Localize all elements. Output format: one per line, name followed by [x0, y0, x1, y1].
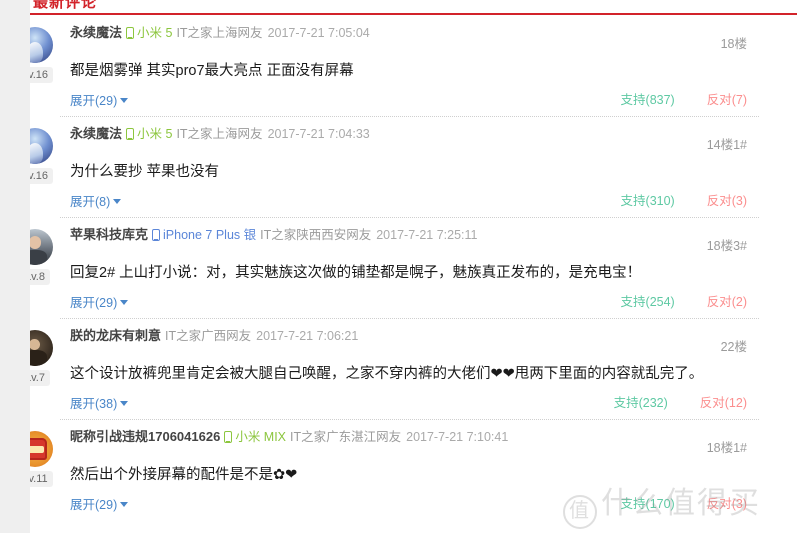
floor-number: 18楼 [720, 37, 747, 51]
expand-replies-label: 展开(29) [70, 94, 118, 108]
upvote-button[interactable]: 支持(254) [621, 295, 675, 309]
user-location: IT之家陕西西安网友 [260, 228, 372, 242]
comment-item: Lv.16 永续魔法 小米 5 IT之家上海网友 2017-7-21 7:04:33 为什… [0, 116, 797, 217]
phone-icon [152, 229, 161, 241]
comment-item: Lv.7 朕的龙床有刺意 IT之家广西网友 2017-7-21 7:06:21 这个设计… [0, 318, 797, 419]
downvote-button[interactable]: 反对(3) [707, 194, 747, 208]
comment-text: 回复2# 上山打小说：对，其实魅族这次做的铺垫都是幌子，魅族真正发布的，是充电宝… [70, 265, 642, 281]
comment-text: 为什么要抄 苹果也没有 [70, 164, 220, 180]
expand-replies-label: 展开(38) [70, 397, 118, 411]
comment-time: 2017-7-21 7:05:04 [267, 26, 370, 40]
comment-meta: 永续魔法 小米 5 IT之家上海网友 2017-7-21 7:04:33 [70, 125, 747, 143]
upvote-button[interactable]: 支持(232) [614, 396, 668, 410]
phone-icon [126, 128, 135, 140]
vote-controls: 支持(170) 反对(3) [621, 493, 747, 512]
comment-meta: 昵称引战违规1706041626 小米 MIX IT之家广东湛江网友 2017-7-2… [70, 428, 747, 446]
expand-replies-label: 展开(29) [70, 498, 118, 512]
chevron-down-icon [120, 401, 129, 406]
chevron-down-icon [120, 300, 129, 305]
comment-text: 都是烟雾弹 其实pro7最大亮点 正面没有屏幕 [70, 63, 354, 79]
chevron-down-icon [120, 502, 129, 507]
comment-meta: 朕的龙床有刺意 IT之家广西网友 2017-7-21 7:06:21 [70, 327, 747, 345]
user-location: IT之家广西网友 [165, 329, 252, 343]
floor-number: 18楼3# [706, 239, 747, 253]
expand-replies-button[interactable]: 展开(29) [70, 90, 129, 109]
username[interactable]: 昵称引战违规1706041626 [70, 429, 220, 444]
username[interactable]: 永续魔法 [70, 126, 122, 141]
comment-meta: 永续魔法 小米 5 IT之家上海网友 2017-7-21 7:05:04 [70, 24, 747, 42]
comment-item: Lv.11 昵称引战违规1706041626 小米 MIX IT之家广东湛江网友 201… [0, 419, 797, 520]
downvote-button[interactable]: 反对(7) [707, 93, 747, 107]
vote-controls: 支持(254) 反对(2) [621, 291, 747, 310]
user-location: IT之家广东湛江网友 [290, 430, 402, 444]
device-tag: 小米 MIX [224, 430, 286, 444]
comment-time: 2017-7-21 7:25:11 [376, 228, 478, 242]
comment-body: 朕的龙床有刺意 IT之家广西网友 2017-7-21 7:06:21 这个设计放裤兜里… [70, 327, 747, 413]
comment-body: 昵称引战违规1706041626 小米 MIX IT之家广东湛江网友 2017-7-2… [70, 428, 747, 514]
expand-replies-button[interactable]: 展开(29) [70, 494, 129, 513]
username[interactable]: 永续魔法 [70, 25, 122, 40]
comment-text: 这个设计放裤兜里肯定会被大腿自己唤醒，之家不穿内裤的大佬们❤❤甩两下里面的内容就… [70, 366, 704, 382]
upvote-button[interactable]: 支持(170) [621, 497, 675, 511]
comment-text: 然后出个外接屏幕的配件是不是✿❤ [70, 467, 298, 483]
expand-replies-button[interactable]: 展开(38) [70, 393, 129, 412]
device-tag: iPhone 7 Plus 银 [152, 228, 256, 242]
header-divider [30, 13, 797, 15]
expand-replies-button[interactable]: 展开(29) [70, 292, 129, 311]
expand-replies-button[interactable]: 展开(8) [70, 191, 122, 210]
expand-replies-label: 展开(8) [70, 195, 111, 209]
upvote-button[interactable]: 支持(837) [621, 93, 675, 107]
downvote-button[interactable]: 反对(2) [707, 295, 747, 309]
comment-body: 永续魔法 小米 5 IT之家上海网友 2017-7-21 7:05:04 都是烟雾弹 其… [70, 24, 747, 110]
chevron-down-icon [113, 199, 122, 204]
phone-icon [224, 431, 233, 443]
comment-body: 苹果科技库克 iPhone 7 Plus 银 IT之家陕西西安网友 2017-7-21… [70, 226, 747, 312]
comment-body: 永续魔法 小米 5 IT之家上海网友 2017-7-21 7:04:33 为什么要抄 苹… [70, 125, 747, 211]
comment-time: 2017-7-21 7:04:33 [267, 127, 370, 141]
floor-number: 22楼 [720, 340, 747, 354]
username[interactable]: 苹果科技库克 [70, 227, 148, 242]
upvote-button[interactable]: 支持(310) [621, 194, 675, 208]
comment-list: Lv.16 永续魔法 小米 5 IT之家上海网友 2017-7-21 7:05:04 都是… [0, 15, 797, 520]
user-location: IT之家上海网友 [176, 127, 263, 141]
vote-controls: 支持(310) 反对(3) [621, 190, 747, 209]
device-tag: 小米 5 [126, 26, 172, 40]
device-name: iPhone 7 Plus 银 [163, 228, 257, 242]
downvote-button[interactable]: 反对(12) [700, 396, 747, 410]
device-name: 小米 5 [137, 127, 173, 141]
comment-time: 2017-7-21 7:06:21 [256, 329, 359, 343]
user-location: IT之家上海网友 [176, 26, 263, 40]
comment-time: 2017-7-21 7:10:41 [406, 430, 509, 444]
left-gutter [0, 0, 30, 533]
downvote-button[interactable]: 反对(3) [707, 497, 747, 511]
floor-number: 18楼1# [706, 441, 747, 455]
device-name: 小米 5 [137, 26, 173, 40]
comment-meta: 苹果科技库克 iPhone 7 Plus 银 IT之家陕西西安网友 2017-7-21… [70, 226, 747, 244]
expand-replies-label: 展开(29) [70, 296, 118, 310]
page-title: 最新评论 [33, 0, 98, 11]
vote-controls: 支持(837) 反对(7) [621, 89, 747, 108]
comment-item: Lv.16 永续魔法 小米 5 IT之家上海网友 2017-7-21 7:05:04 都是… [0, 15, 797, 116]
vote-controls: 支持(232) 反对(12) [614, 392, 747, 411]
device-name: 小米 MIX [235, 430, 287, 444]
username[interactable]: 朕的龙床有刺意 [70, 328, 161, 343]
chevron-down-icon [120, 98, 129, 103]
floor-number: 14楼1# [706, 138, 747, 152]
phone-icon [126, 27, 135, 39]
device-tag: 小米 5 [126, 127, 172, 141]
comment-list-page: 最新评论 Lv.16 永续魔法 小米 5 IT之家上海网友 2017-7-21 7:05… [0, 0, 797, 533]
comment-item: Lv.8 苹果科技库克 iPhone 7 Plus 银 IT之家陕西西安网友 2017-… [0, 217, 797, 318]
